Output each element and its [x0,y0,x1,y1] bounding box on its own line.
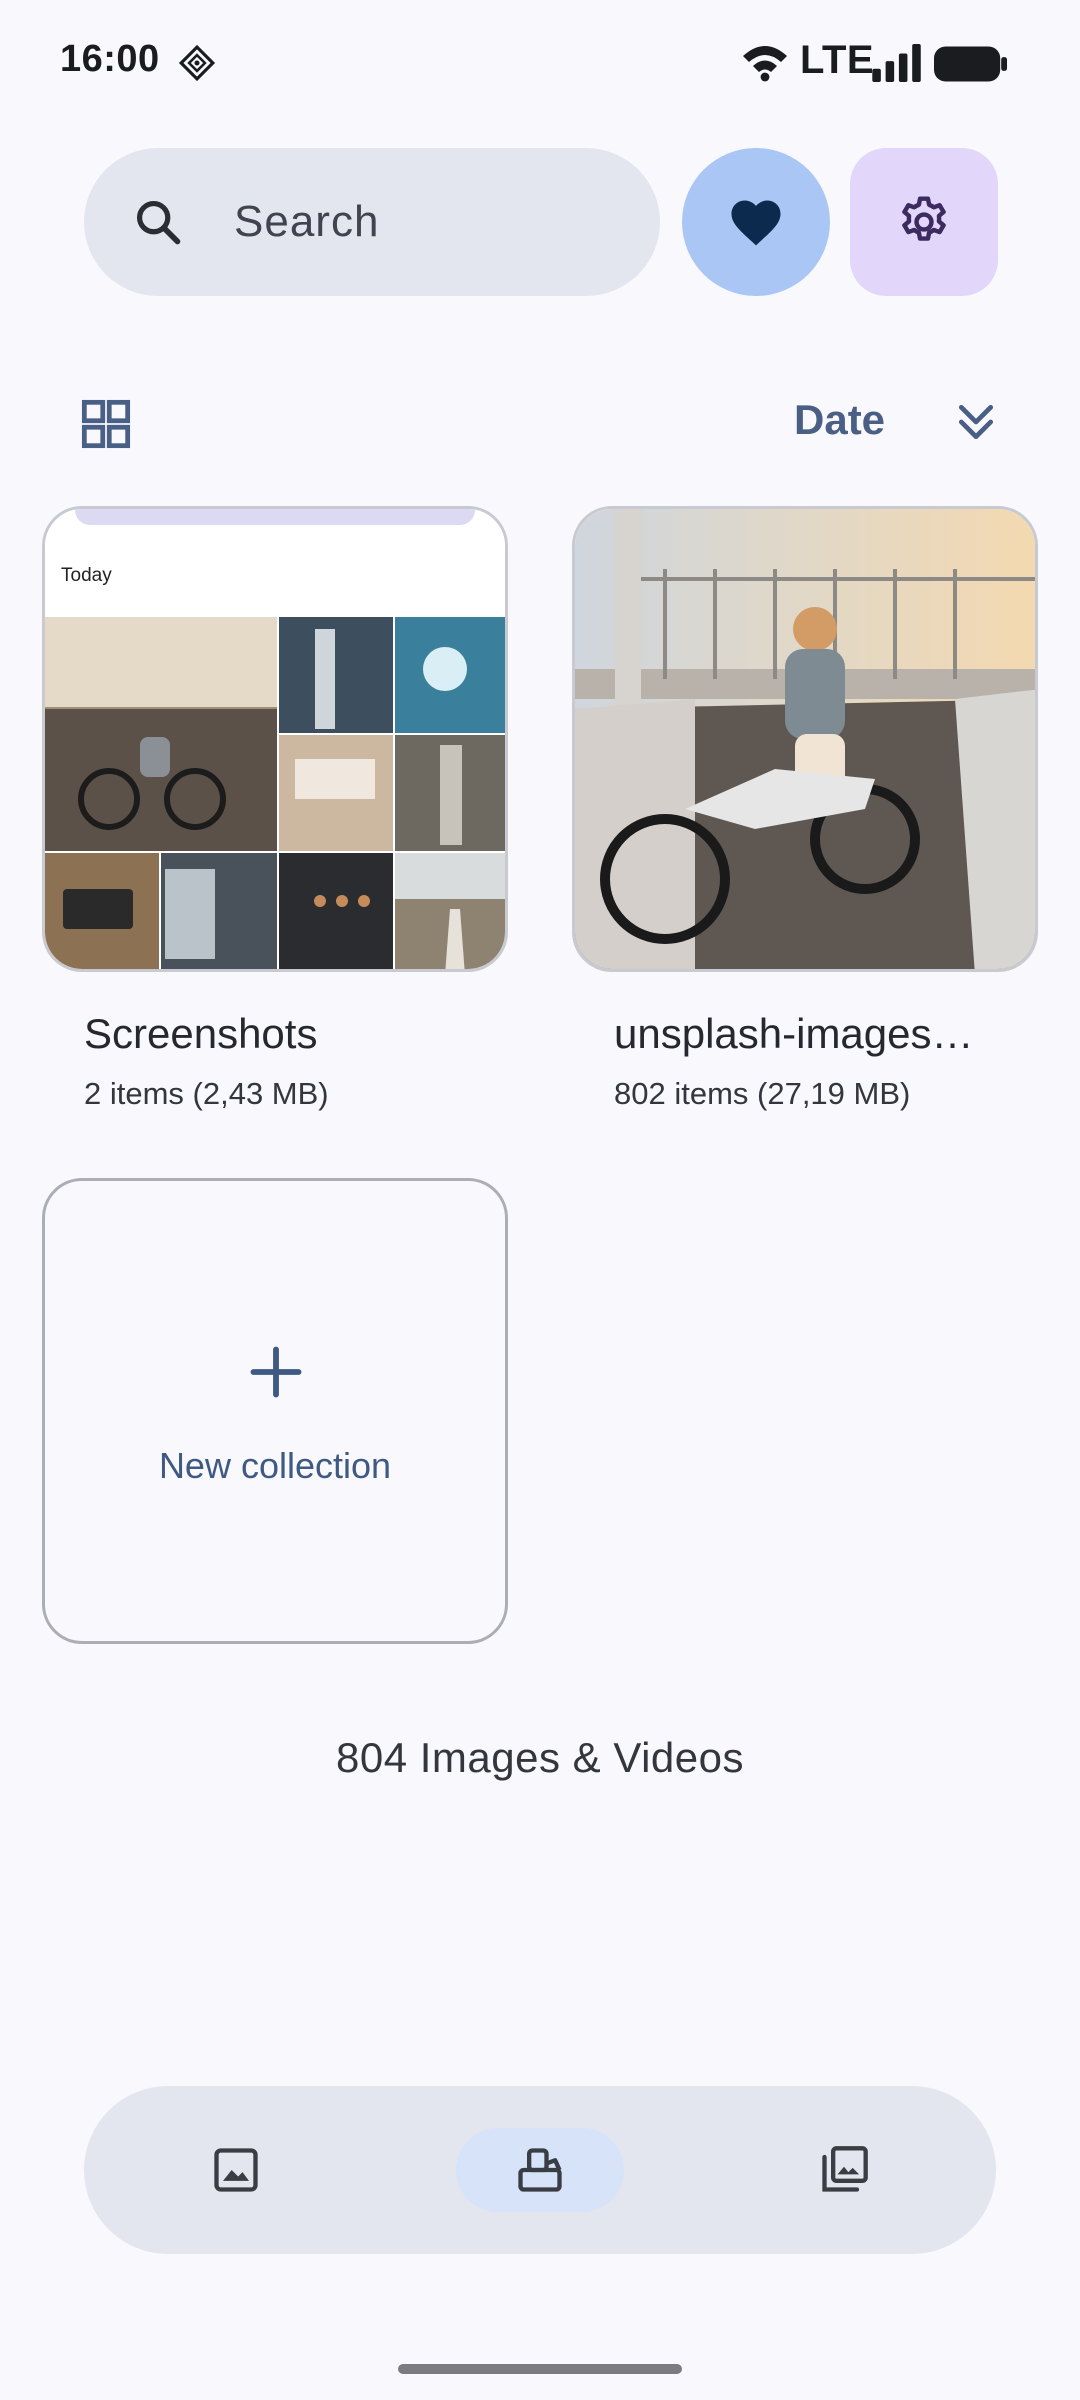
albums-icon[interactable] [514,2144,566,2196]
sort-label[interactable]: Date [794,396,885,444]
wifi-icon [743,46,787,82]
gear-icon [902,196,946,241]
library-icon[interactable] [818,2144,870,2196]
favorites-button[interactable] [682,148,830,296]
new-collection-button[interactable]: New collection [42,1178,508,1644]
album-card-unsplash[interactable] [572,506,1038,972]
new-collection-label: New collection [158,1445,392,1486]
heart-icon [731,200,781,246]
settings-button[interactable] [850,148,998,296]
total-media-count: 804 Images & Videos [336,1734,744,1781]
network-type: LTE [800,38,875,82]
plus-icon [250,1346,302,1398]
search-placeholder: Search [234,197,380,246]
unsplash-thumbnail [575,509,1035,969]
album-title-screenshots: Screenshots [84,1010,318,1057]
bottom-navigation [84,2086,996,2254]
screenshot-thumbnail: Today [45,509,505,969]
search-icon [136,200,181,245]
grid-icon[interactable] [80,398,132,450]
home-indicator[interactable] [398,2364,682,2374]
album-meta-unsplash: 802 items (27,19 MB) [614,1076,911,1111]
app-notification-icon [178,44,216,82]
album-title-unsplash: unsplash-images… [614,1010,974,1057]
image-icon[interactable] [210,2144,262,2196]
album-card-screenshots[interactable]: Today [42,506,508,972]
search-bar[interactable]: Search [84,148,660,296]
battery-icon [934,46,1008,82]
screenshot-header-label: Today [61,565,112,586]
album-meta-screenshots: 2 items (2,43 MB) [84,1076,329,1111]
signal-icon [872,44,921,82]
status-time: 16:00 [60,38,160,80]
double-chevron-down-icon[interactable] [954,400,998,444]
